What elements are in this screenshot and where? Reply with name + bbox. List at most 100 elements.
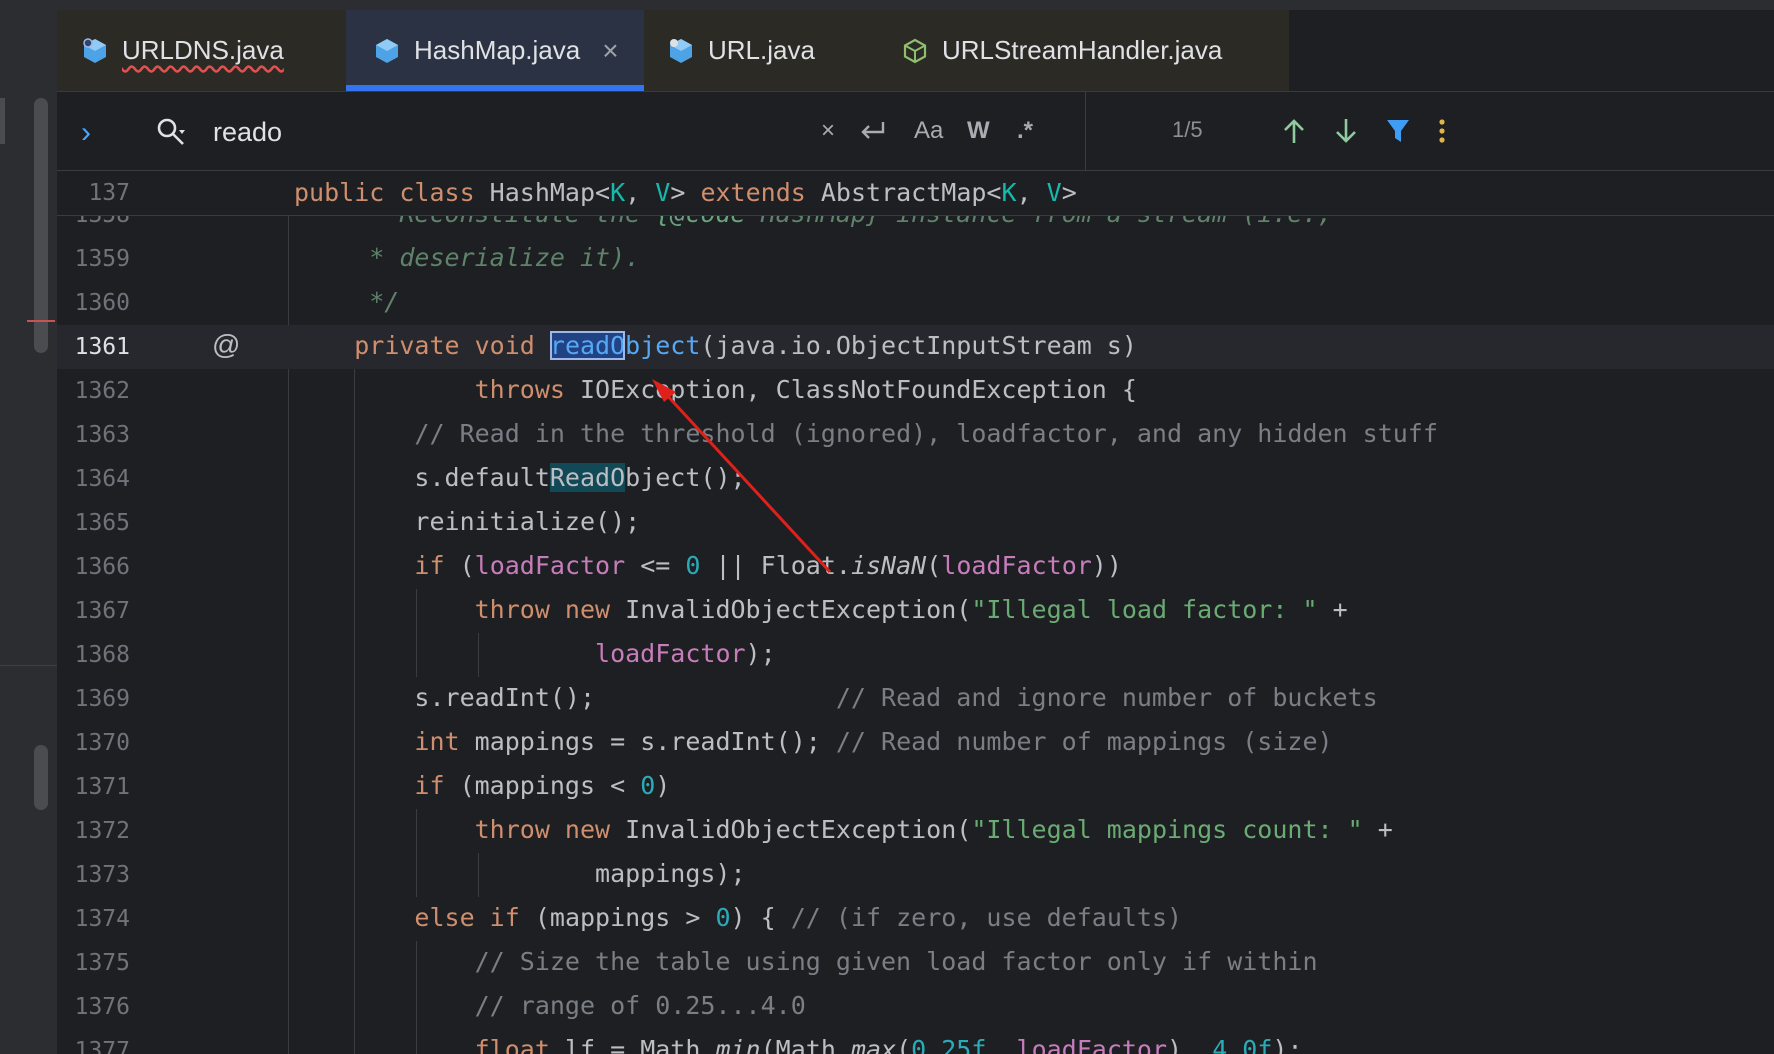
line-number: 1374 [74,906,130,932]
tab-label: URL.java [708,35,815,65]
close-tab-icon[interactable]: × [602,35,618,67]
line-number: 1368 [74,642,130,668]
new-line-icon[interactable] [859,114,887,148]
code-row: 1367 throw new InvalidObjectException("I… [57,589,1774,633]
code-line: if (mappings < 0) [414,771,671,800]
code-line: private void readObject(java.io.ObjectIn… [354,331,1137,360]
clear-search-icon[interactable]: × [821,114,835,148]
line-number: 1360 [74,290,130,316]
code-row: 1364 s.defaultReadObject(); [57,457,1774,501]
code-line: throw new InvalidObjectException("Illega… [474,595,1348,624]
line-number: 1363 [74,422,130,448]
code-row: 1365 reinitialize(); [57,501,1774,545]
previous-occurrence-icon[interactable] [1281,114,1307,148]
code-editor[interactable]: 1358 * Reconstitute the {@code HashMap} … [57,215,1774,1054]
code-line: * deserialize it). [294,243,641,272]
structure-scrollbar[interactable] [34,98,48,353]
tab-url[interactable]: URL.java [666,10,815,91]
code-row: 1360 */ [57,281,1774,325]
sticky-scroll-header[interactable]: 137 public class HashMap<K, V> extends A… [57,171,1774,216]
code-row: 1359 * deserialize it). [57,237,1774,281]
more-options-icon[interactable] [1437,114,1447,148]
tab-urldns[interactable]: URLDNS.java [80,10,284,91]
line-number: 1373 [74,862,130,888]
line-number: 1372 [74,818,130,844]
line-number: 1364 [74,466,130,492]
match-case-toggle[interactable]: Aa [914,114,943,148]
line-number: 1367 [74,598,130,624]
tab-urlstreamhandler[interactable]: URLStreamHandler.java [900,10,1222,91]
structure-scrollbar-lower[interactable] [34,745,48,810]
code-row: 1369 s.readInt(); // Read and ignore num… [57,677,1774,721]
tab-hashmap[interactable]: HashMap.java × [346,10,644,91]
next-occurrence-icon[interactable] [1333,114,1359,148]
abstract-class-icon [900,36,930,66]
code-row: 1358 * Reconstitute the {@code HashMap} … [57,215,1774,237]
tab-label: URLDNS.java [122,35,284,65]
line-number: 1375 [74,950,130,976]
line-number: 137 [88,180,130,206]
line-number: 1370 [74,730,130,756]
code-row: 1374 else if (mappings > 0) { // (if zer… [57,897,1774,941]
code-line: // Read in the threshold (ignored), load… [414,419,1438,448]
code-row: 1363 // Read in the threshold (ignored),… [57,413,1774,457]
code-line: // Size the table using given load facto… [474,947,1318,976]
tool-strip-divider [0,665,57,666]
search-input[interactable] [211,106,775,158]
line-number: 1361 [74,334,130,360]
code-line: */ [294,287,400,316]
line-number: 1369 [74,686,130,712]
code-row: 1371 if (mappings < 0) [57,765,1774,809]
match-counter: 1/5 [1172,117,1203,142]
code-line: // range of 0.25...4.0 [474,991,806,1020]
implements-marker-icon[interactable]: @ [212,329,240,361]
code-row: 1377 float lf = Math.min(Math.max(0.25f,… [57,1029,1774,1054]
tool-strip-indicator [0,98,5,144]
search-history-icon[interactable] [155,116,189,150]
find-bar-separator [1085,92,1086,170]
code-line: else if (mappings > 0) { // (if zero, us… [414,903,1183,932]
whole-words-toggle[interactable]: W [967,114,990,148]
line-number: 1359 [74,246,130,272]
code-row: 1366 if (loadFactor <= 0 || Float.isNaN(… [57,545,1774,589]
line-number: 1377 [74,1038,130,1054]
tab-label: URLStreamHandler.java [942,35,1223,65]
line-number: 1376 [74,994,130,1020]
line-number: 1366 [74,554,130,580]
code-row: 1370 int mappings = s.readInt(); // Read… [57,721,1774,765]
expand-replace-chevron-icon[interactable]: › [81,116,91,150]
left-tool-strip [0,10,57,1054]
tab-label: HashMap.java [414,35,581,65]
code-line: * Reconstitute the {@code HashMap} insta… [294,215,1332,228]
code-line: throws IOException, ClassNotFoundExcepti… [474,375,1137,404]
code-line: s.readInt(); // Read and ignore number o… [294,683,1378,712]
code-line: float lf = Math.min(Math.max(0.25f, load… [474,1035,1303,1054]
regex-toggle[interactable]: .* [1017,114,1033,148]
java-class-icon [80,36,110,66]
code-row: 1373 mappings); [57,853,1774,897]
code-row: 1375 // Size the table using given load … [57,941,1774,985]
error-stripe-mark [27,320,55,322]
java-class-icon [372,36,402,66]
filter-icon[interactable] [1385,114,1411,148]
code-row: 1362 throws IOException, ClassNotFoundEx… [57,369,1774,413]
code-line: s.defaultReadObject(); [294,463,746,492]
code-line: if (loadFactor <= 0 || Float.isNaN(loadF… [414,551,1122,580]
current-code-row: 1361 @ private void readObject(java.io.O… [57,325,1774,369]
line-number: 1362 [74,378,130,404]
line-number: 1358 [74,215,130,228]
code-line: reinitialize(); [294,507,641,536]
java-class-icon [666,36,696,66]
line-number: 1371 [74,774,130,800]
find-bar: › × Aa W .* 1/5 [57,92,1774,171]
code-row: 1368 loadFactor); [57,633,1774,677]
code-row: 1376 // range of 0.25...4.0 [57,985,1774,1029]
code-line: int mappings = s.readInt(); // Read numb… [414,727,1333,756]
code-row: 1372 throw new InvalidObjectException("I… [57,809,1774,853]
code-line: throw new InvalidObjectException("Illega… [474,815,1393,844]
code-line: loadFactor); [595,639,776,668]
window-top-strip [0,0,1774,10]
code-line: mappings); [294,859,746,888]
line-number: 1365 [74,510,130,536]
code-line: public class HashMap<K, V> extends Abstr… [294,178,1077,207]
